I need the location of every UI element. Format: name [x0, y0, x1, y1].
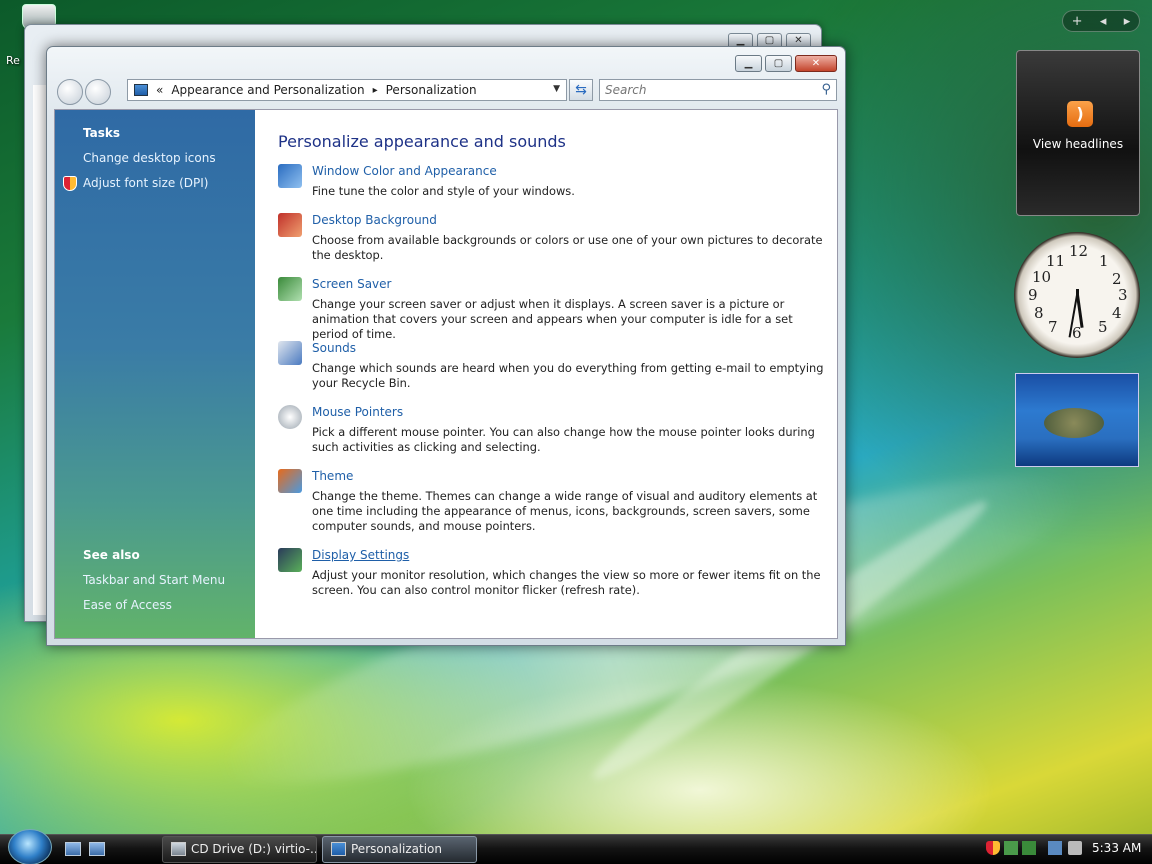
task-adjust-font-size[interactable]: Adjust font size (DPI)	[83, 176, 208, 190]
content-area: Tasks Change desktop icons Adjust font s…	[54, 109, 838, 639]
tasks-pane: Tasks Change desktop icons Adjust font s…	[55, 110, 255, 638]
clock-number: 5	[1098, 318, 1108, 336]
forward-button[interactable]	[85, 79, 111, 105]
mouse-pointers-link[interactable]: Mouse Pointers	[312, 405, 403, 419]
feed-headlines-gadget[interactable]: ) View headlines	[1016, 50, 1140, 216]
tasks-heading: Tasks	[83, 126, 121, 140]
item-description: Change which sounds are heard when you d…	[312, 361, 824, 390]
clock-number: 7	[1048, 318, 1058, 336]
window-color-icon	[278, 164, 302, 188]
rss-icon: )	[1067, 101, 1093, 127]
refresh-button[interactable]: ⇆	[569, 79, 593, 101]
cd-drive-icon	[171, 842, 186, 856]
personalization-icon	[331, 842, 346, 856]
sounds-icon	[278, 341, 302, 365]
main-pane: Personalize appearance and sounds Window…	[255, 110, 837, 638]
control-panel-icon	[134, 84, 148, 96]
sounds-link[interactable]: Sounds	[312, 341, 356, 355]
theme-link[interactable]: Theme	[312, 469, 353, 483]
item-description: Change your screen saver or adjust when …	[312, 297, 793, 341]
page-title: Personalize appearance and sounds	[278, 132, 566, 151]
item-description: Choose from available backgrounds or col…	[312, 233, 823, 262]
breadcrumb-personalization[interactable]: Personalization	[386, 83, 477, 97]
taskbar-button-personalization[interactable]: Personalization	[322, 836, 477, 863]
mouse-pointer-icon	[278, 405, 302, 429]
search-box[interactable]: ⚲	[599, 79, 837, 101]
close-button[interactable]: ✕	[795, 55, 837, 72]
desktop-background-link[interactable]: Desktop Background	[312, 213, 437, 227]
item-description: Pick a different mouse pointer. You can …	[312, 425, 815, 454]
item-description: Change the theme. Themes can change a wi…	[312, 489, 818, 533]
clock-number: 12	[1069, 242, 1089, 260]
address-bar[interactable]: « Appearance and Personalization ▸ Perso…	[127, 79, 567, 101]
clock-number: 3	[1118, 286, 1128, 304]
minimize-button[interactable]: ▁	[735, 55, 762, 72]
see-also-taskbar-start-menu[interactable]: Taskbar and Start Menu	[83, 573, 225, 587]
breadcrumb-appearance[interactable]: Appearance and Personalization	[171, 83, 364, 97]
recycle-bin-label[interactable]: Re	[6, 54, 20, 67]
see-also-heading: See also	[83, 548, 140, 562]
next-gadgets-icon[interactable]: ▸	[1124, 14, 1131, 29]
item-description: Fine tune the color and style of your wi…	[312, 184, 575, 198]
maximize-button[interactable]: ▢	[765, 55, 792, 72]
network-icon[interactable]	[1048, 841, 1062, 855]
clock-number: 1	[1099, 252, 1109, 270]
display-settings-link[interactable]: Display Settings	[312, 548, 409, 562]
screen-saver-link[interactable]: Screen Saver	[312, 277, 391, 291]
item-description: Adjust your monitor resolution, which ch…	[312, 568, 821, 597]
tray-icon[interactable]	[1022, 841, 1036, 855]
address-dropdown-icon[interactable]: ▼	[553, 84, 560, 94]
breadcrumb-overflow[interactable]: «	[156, 83, 163, 97]
volume-muted-icon[interactable]	[1068, 841, 1082, 855]
task-change-desktop-icons[interactable]: Change desktop icons	[83, 151, 216, 165]
clock-gadget[interactable]: 12 1 2 3 4 5 6 7 8 9 10 11	[1014, 232, 1140, 358]
show-desktop-icon[interactable]	[65, 842, 81, 856]
previous-gadgets-icon[interactable]: ◂	[1100, 14, 1107, 29]
clock-number: 11	[1046, 252, 1066, 270]
add-gadget-icon[interactable]: +	[1072, 14, 1083, 29]
feed-label[interactable]: View headlines	[1017, 137, 1139, 151]
see-also-ease-of-access[interactable]: Ease of Access	[83, 598, 172, 612]
personalization-window[interactable]: ▁ ▢ ✕ ▼ « Appearance and Personalization…	[46, 46, 846, 646]
switch-windows-icon[interactable]	[89, 842, 105, 856]
theme-icon	[278, 469, 302, 493]
sidebar-controls[interactable]: + ◂ ▸	[1062, 10, 1140, 32]
desktop-background-icon	[278, 213, 302, 237]
taskbar-button-cd-drive[interactable]: CD Drive (D:) virtio-...	[162, 836, 317, 863]
clock-number: 9	[1028, 286, 1038, 304]
start-button[interactable]	[8, 829, 52, 864]
clock-number: 4	[1112, 304, 1122, 322]
network-status-icon[interactable]	[1004, 841, 1018, 855]
breadcrumb-separator-icon[interactable]: ▸	[373, 85, 378, 96]
taskbar-button-label: Personalization	[351, 842, 442, 856]
clock-number: 8	[1034, 304, 1044, 322]
search-icon[interactable]: ⚲	[821, 82, 831, 97]
taskbar-button-label: CD Drive (D:) virtio-...	[191, 842, 317, 856]
uac-shield-icon	[63, 176, 77, 191]
clock-number: 10	[1032, 268, 1052, 286]
screen-saver-icon	[278, 277, 302, 301]
display-settings-icon	[278, 548, 302, 572]
taskbar-clock[interactable]: 5:33 AM	[1092, 841, 1141, 855]
slideshow-gadget[interactable]	[1015, 373, 1139, 467]
back-button[interactable]	[57, 79, 83, 105]
sea-turtle-image	[1044, 408, 1104, 438]
search-input[interactable]	[600, 80, 800, 100]
security-shield-icon[interactable]	[986, 841, 1000, 855]
window-color-link[interactable]: Window Color and Appearance	[312, 164, 497, 178]
